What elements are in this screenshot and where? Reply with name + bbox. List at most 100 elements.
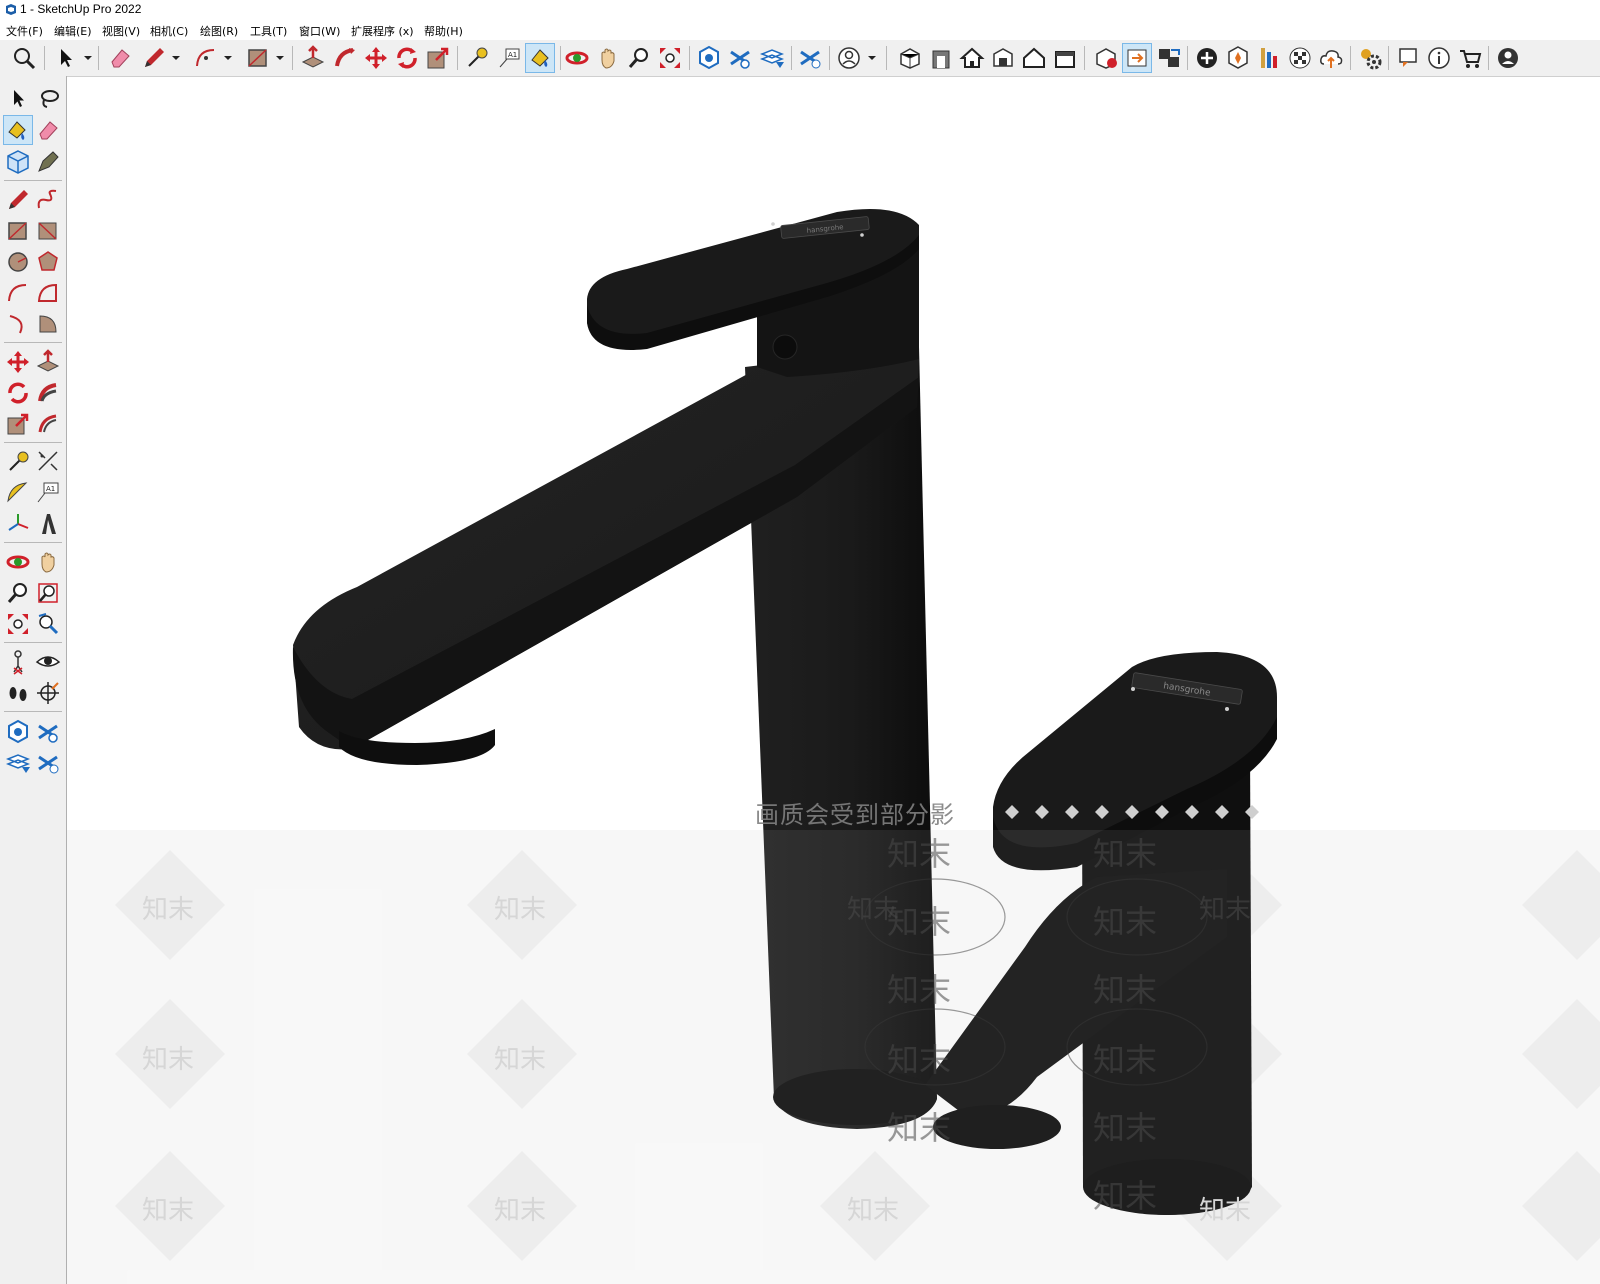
scenes-icon[interactable] xyxy=(4,749,32,777)
right-view-icon[interactable] xyxy=(1020,44,1048,72)
freehand-icon[interactable] xyxy=(34,186,62,214)
home-icon[interactable] xyxy=(958,44,986,72)
select-icon[interactable] xyxy=(4,84,32,112)
orbit-icon[interactable] xyxy=(563,44,591,72)
look-around-icon[interactable] xyxy=(34,648,62,676)
menu-file[interactable]: 文件(F) xyxy=(6,23,43,39)
rotate-icon[interactable] xyxy=(393,44,421,72)
checker-icon[interactable] xyxy=(1286,44,1314,72)
menu-camera[interactable]: 相机(C) xyxy=(150,23,188,39)
outliner-icon[interactable] xyxy=(34,749,62,777)
pencil-dropdown-icon[interactable] xyxy=(170,48,182,68)
protractor-icon[interactable] xyxy=(4,479,32,507)
zoom-icon[interactable] xyxy=(10,44,38,72)
zoom-extents-icon[interactable] xyxy=(656,44,684,72)
zoom-extents-icon[interactable] xyxy=(4,610,32,638)
move-icon[interactable] xyxy=(4,348,32,376)
rotate-icon[interactable] xyxy=(4,379,32,407)
scale-icon[interactable] xyxy=(424,44,452,72)
follow-me-icon[interactable] xyxy=(331,44,359,72)
rectangle-icon[interactable] xyxy=(4,217,32,245)
menu-view[interactable]: 视图(V) xyxy=(102,23,140,39)
orbit-icon[interactable] xyxy=(4,548,32,576)
rectangle-icon[interactable] xyxy=(244,44,272,72)
section-plane-icon[interactable] xyxy=(34,679,62,707)
iso-view-icon[interactable] xyxy=(896,44,924,72)
zoom-window-icon[interactable] xyxy=(625,44,653,72)
gear-icon[interactable] xyxy=(1356,44,1384,72)
top-view-icon[interactable] xyxy=(989,44,1017,72)
eraser-icon[interactable] xyxy=(106,44,134,72)
select-dropdown-icon[interactable] xyxy=(82,48,94,68)
eraser-icon[interactable] xyxy=(34,116,62,144)
send-to-layout-icon[interactable] xyxy=(1155,44,1183,72)
warehouse-icon[interactable] xyxy=(1092,44,1120,72)
move-icon[interactable] xyxy=(362,44,390,72)
zoom-window-icon[interactable] xyxy=(34,579,62,607)
cart-icon[interactable] xyxy=(1456,44,1484,72)
cloud-icon[interactable] xyxy=(1317,44,1345,72)
text-icon[interactable]: A1 xyxy=(34,479,62,507)
pencil-icon[interactable] xyxy=(140,44,168,72)
offset-icon[interactable] xyxy=(34,410,62,438)
menu-extensions[interactable]: 扩展程序 (x) xyxy=(351,23,414,39)
axes-icon[interactable] xyxy=(4,510,32,538)
watermark-text: 知末 xyxy=(847,1196,900,1226)
info-icon[interactable] xyxy=(1425,44,1453,72)
menu-edit[interactable]: 编辑(E) xyxy=(54,23,92,39)
arc-dropdown-icon[interactable] xyxy=(222,48,234,68)
follow-me-icon[interactable] xyxy=(34,379,62,407)
text-icon[interactable]: A1 xyxy=(495,44,523,72)
lasso-icon[interactable] xyxy=(34,84,62,112)
push-pull-icon[interactable] xyxy=(34,348,62,376)
chat-icon[interactable] xyxy=(1394,44,1422,72)
paint-bucket-icon[interactable] xyxy=(3,115,33,145)
back-view-icon[interactable] xyxy=(1051,44,1079,72)
pie-icon[interactable] xyxy=(34,310,62,338)
dimension-icon[interactable] xyxy=(34,448,62,476)
previous-view-icon[interactable] xyxy=(34,610,62,638)
model-info-icon[interactable] xyxy=(695,44,723,72)
geo-icon[interactable] xyxy=(1224,44,1252,72)
position-camera-icon[interactable] xyxy=(4,648,32,676)
pencil-icon[interactable] xyxy=(4,186,32,214)
user-dropdown-icon[interactable] xyxy=(866,48,878,68)
user-icon[interactable] xyxy=(835,44,863,72)
pan-icon[interactable] xyxy=(34,548,62,576)
layers-icon[interactable] xyxy=(34,718,62,746)
component-icon[interactable] xyxy=(4,148,32,176)
select-icon[interactable] xyxy=(52,44,80,72)
scenes-icon[interactable] xyxy=(758,44,786,72)
tag-icon[interactable] xyxy=(34,148,62,176)
drawing-viewport[interactable]: hansgrohe hansgrohe 画质会受到部分影 知末 知末 知末 知末… xyxy=(67,77,1600,1284)
rotated-rectangle-icon[interactable] xyxy=(34,217,62,245)
paint-bucket-icon[interactable] xyxy=(525,43,555,73)
menu-help[interactable]: 帮助(H) xyxy=(424,23,463,39)
zoom-icon[interactable] xyxy=(4,579,32,607)
tape-measure-icon[interactable] xyxy=(463,44,491,72)
menu-window[interactable]: 窗口(W) xyxy=(299,23,340,39)
account-icon[interactable] xyxy=(1494,44,1522,72)
menu-draw[interactable]: 绘图(R) xyxy=(200,23,238,39)
circle-icon[interactable] xyxy=(4,248,32,276)
walk-icon[interactable] xyxy=(4,679,32,707)
front-view-icon[interactable] xyxy=(927,44,955,72)
model-info-icon[interactable] xyxy=(4,718,32,746)
scale-icon[interactable] xyxy=(4,410,32,438)
three-point-arc-icon[interactable] xyxy=(4,310,32,338)
tape-measure-icon[interactable] xyxy=(4,448,32,476)
section-icon[interactable] xyxy=(1255,44,1283,72)
extension-warehouse-icon[interactable] xyxy=(1122,43,1152,73)
layers-icon[interactable] xyxy=(726,44,754,72)
two-point-arc-icon[interactable] xyxy=(34,279,62,307)
push-pull-icon[interactable] xyxy=(299,44,327,72)
3d-text-icon[interactable] xyxy=(34,510,62,538)
polygon-icon[interactable] xyxy=(34,248,62,276)
add-location-icon[interactable] xyxy=(1193,44,1221,72)
rectangle-dropdown-icon[interactable] xyxy=(274,48,286,68)
arc-icon[interactable] xyxy=(4,279,32,307)
arc-icon[interactable] xyxy=(192,44,220,72)
pan-icon[interactable] xyxy=(594,44,622,72)
outliner-icon[interactable] xyxy=(796,44,824,72)
menu-tools[interactable]: 工具(T) xyxy=(250,23,287,39)
